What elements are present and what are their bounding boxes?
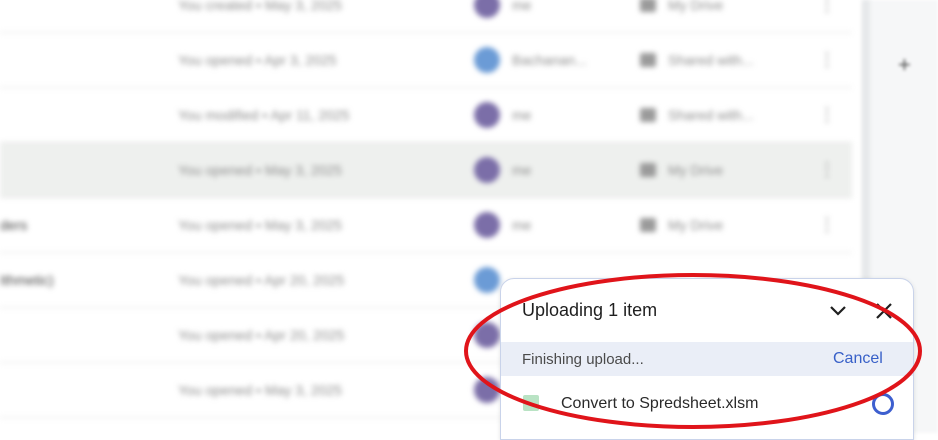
avatar xyxy=(474,377,500,403)
shared-icon xyxy=(640,108,656,122)
row-date: You opened • Apr 3, 2025 xyxy=(178,52,337,68)
more-options-icon[interactable]: ⋮ xyxy=(818,0,836,16)
drive-icon xyxy=(640,218,656,232)
row-owner: me xyxy=(512,162,532,178)
row-date: You opened • Apr 20, 2025 xyxy=(178,272,345,288)
more-options-icon[interactable]: ⋮ xyxy=(818,105,836,126)
progress-spinner-icon xyxy=(872,393,894,415)
table-row[interactable]: ders You opened • May 3, 2025 me My Driv… xyxy=(0,198,852,253)
row-name: Ithmetic) xyxy=(0,272,54,288)
row-location: My Drive xyxy=(668,0,724,13)
table-row[interactable]: You opened • Apr 3, 2025 Bachanan... Sha… xyxy=(0,33,852,88)
row-location: My Drive xyxy=(668,162,724,178)
add-icon[interactable]: + xyxy=(898,52,911,78)
row-date: You opened • May 3, 2025 xyxy=(178,382,342,398)
upload-panel-title: Uploading 1 item xyxy=(522,300,658,320)
table-row[interactable]: You modified • Apr 11, 2025 me Shared wi… xyxy=(0,88,852,143)
close-icon[interactable] xyxy=(872,299,896,323)
row-owner: Bachanan... xyxy=(512,52,587,68)
row-date: You created • May 3, 2025 xyxy=(178,0,342,13)
row-date: You opened • May 3, 2025 xyxy=(178,162,342,178)
upload-file-name: Convert to Spredsheet.xlsm xyxy=(561,395,759,412)
chevron-down-icon[interactable] xyxy=(826,301,850,321)
row-date: You modified • Apr 11, 2025 xyxy=(178,107,350,123)
upload-file-row[interactable]: Convert to Spredsheet.xlsm xyxy=(501,387,913,423)
table-row[interactable]: You opened • May 3, 2025 me My Drive ⋮ xyxy=(0,143,852,198)
more-options-icon[interactable]: ⋮ xyxy=(818,50,836,71)
row-location: Shared with... xyxy=(668,52,754,68)
drive-icon xyxy=(640,163,656,177)
avatar xyxy=(474,102,500,128)
avatar xyxy=(474,322,500,348)
cancel-button[interactable]: Cancel xyxy=(833,350,883,368)
row-owner: me xyxy=(512,107,532,123)
upload-panel: Uploading 1 item Finishing upload... Can… xyxy=(500,278,914,440)
avatar xyxy=(474,212,500,238)
avatar xyxy=(474,0,500,18)
more-options-icon[interactable]: ⋮ xyxy=(818,160,836,181)
row-owner: me xyxy=(512,217,532,233)
upload-status-bar: Finishing upload... Cancel xyxy=(501,342,913,376)
row-owner: me xyxy=(512,0,532,13)
avatar xyxy=(474,267,500,293)
row-location: Shared with... xyxy=(668,107,754,123)
avatar xyxy=(474,157,500,183)
avatar xyxy=(474,47,500,73)
row-date: You opened • Apr 20, 2025 xyxy=(178,327,345,343)
drive-icon xyxy=(640,0,656,12)
row-name: ders xyxy=(0,217,28,233)
shared-icon xyxy=(640,53,656,67)
sheets-file-icon xyxy=(523,395,539,411)
upload-status-text: Finishing upload... xyxy=(522,351,644,368)
more-options-icon[interactable]: ⋮ xyxy=(818,215,836,236)
table-row[interactable]: You created • May 3, 2025 me My Drive ⋮ xyxy=(0,0,852,33)
row-date: You opened • May 3, 2025 xyxy=(178,217,342,233)
row-location: My Drive xyxy=(668,217,724,233)
